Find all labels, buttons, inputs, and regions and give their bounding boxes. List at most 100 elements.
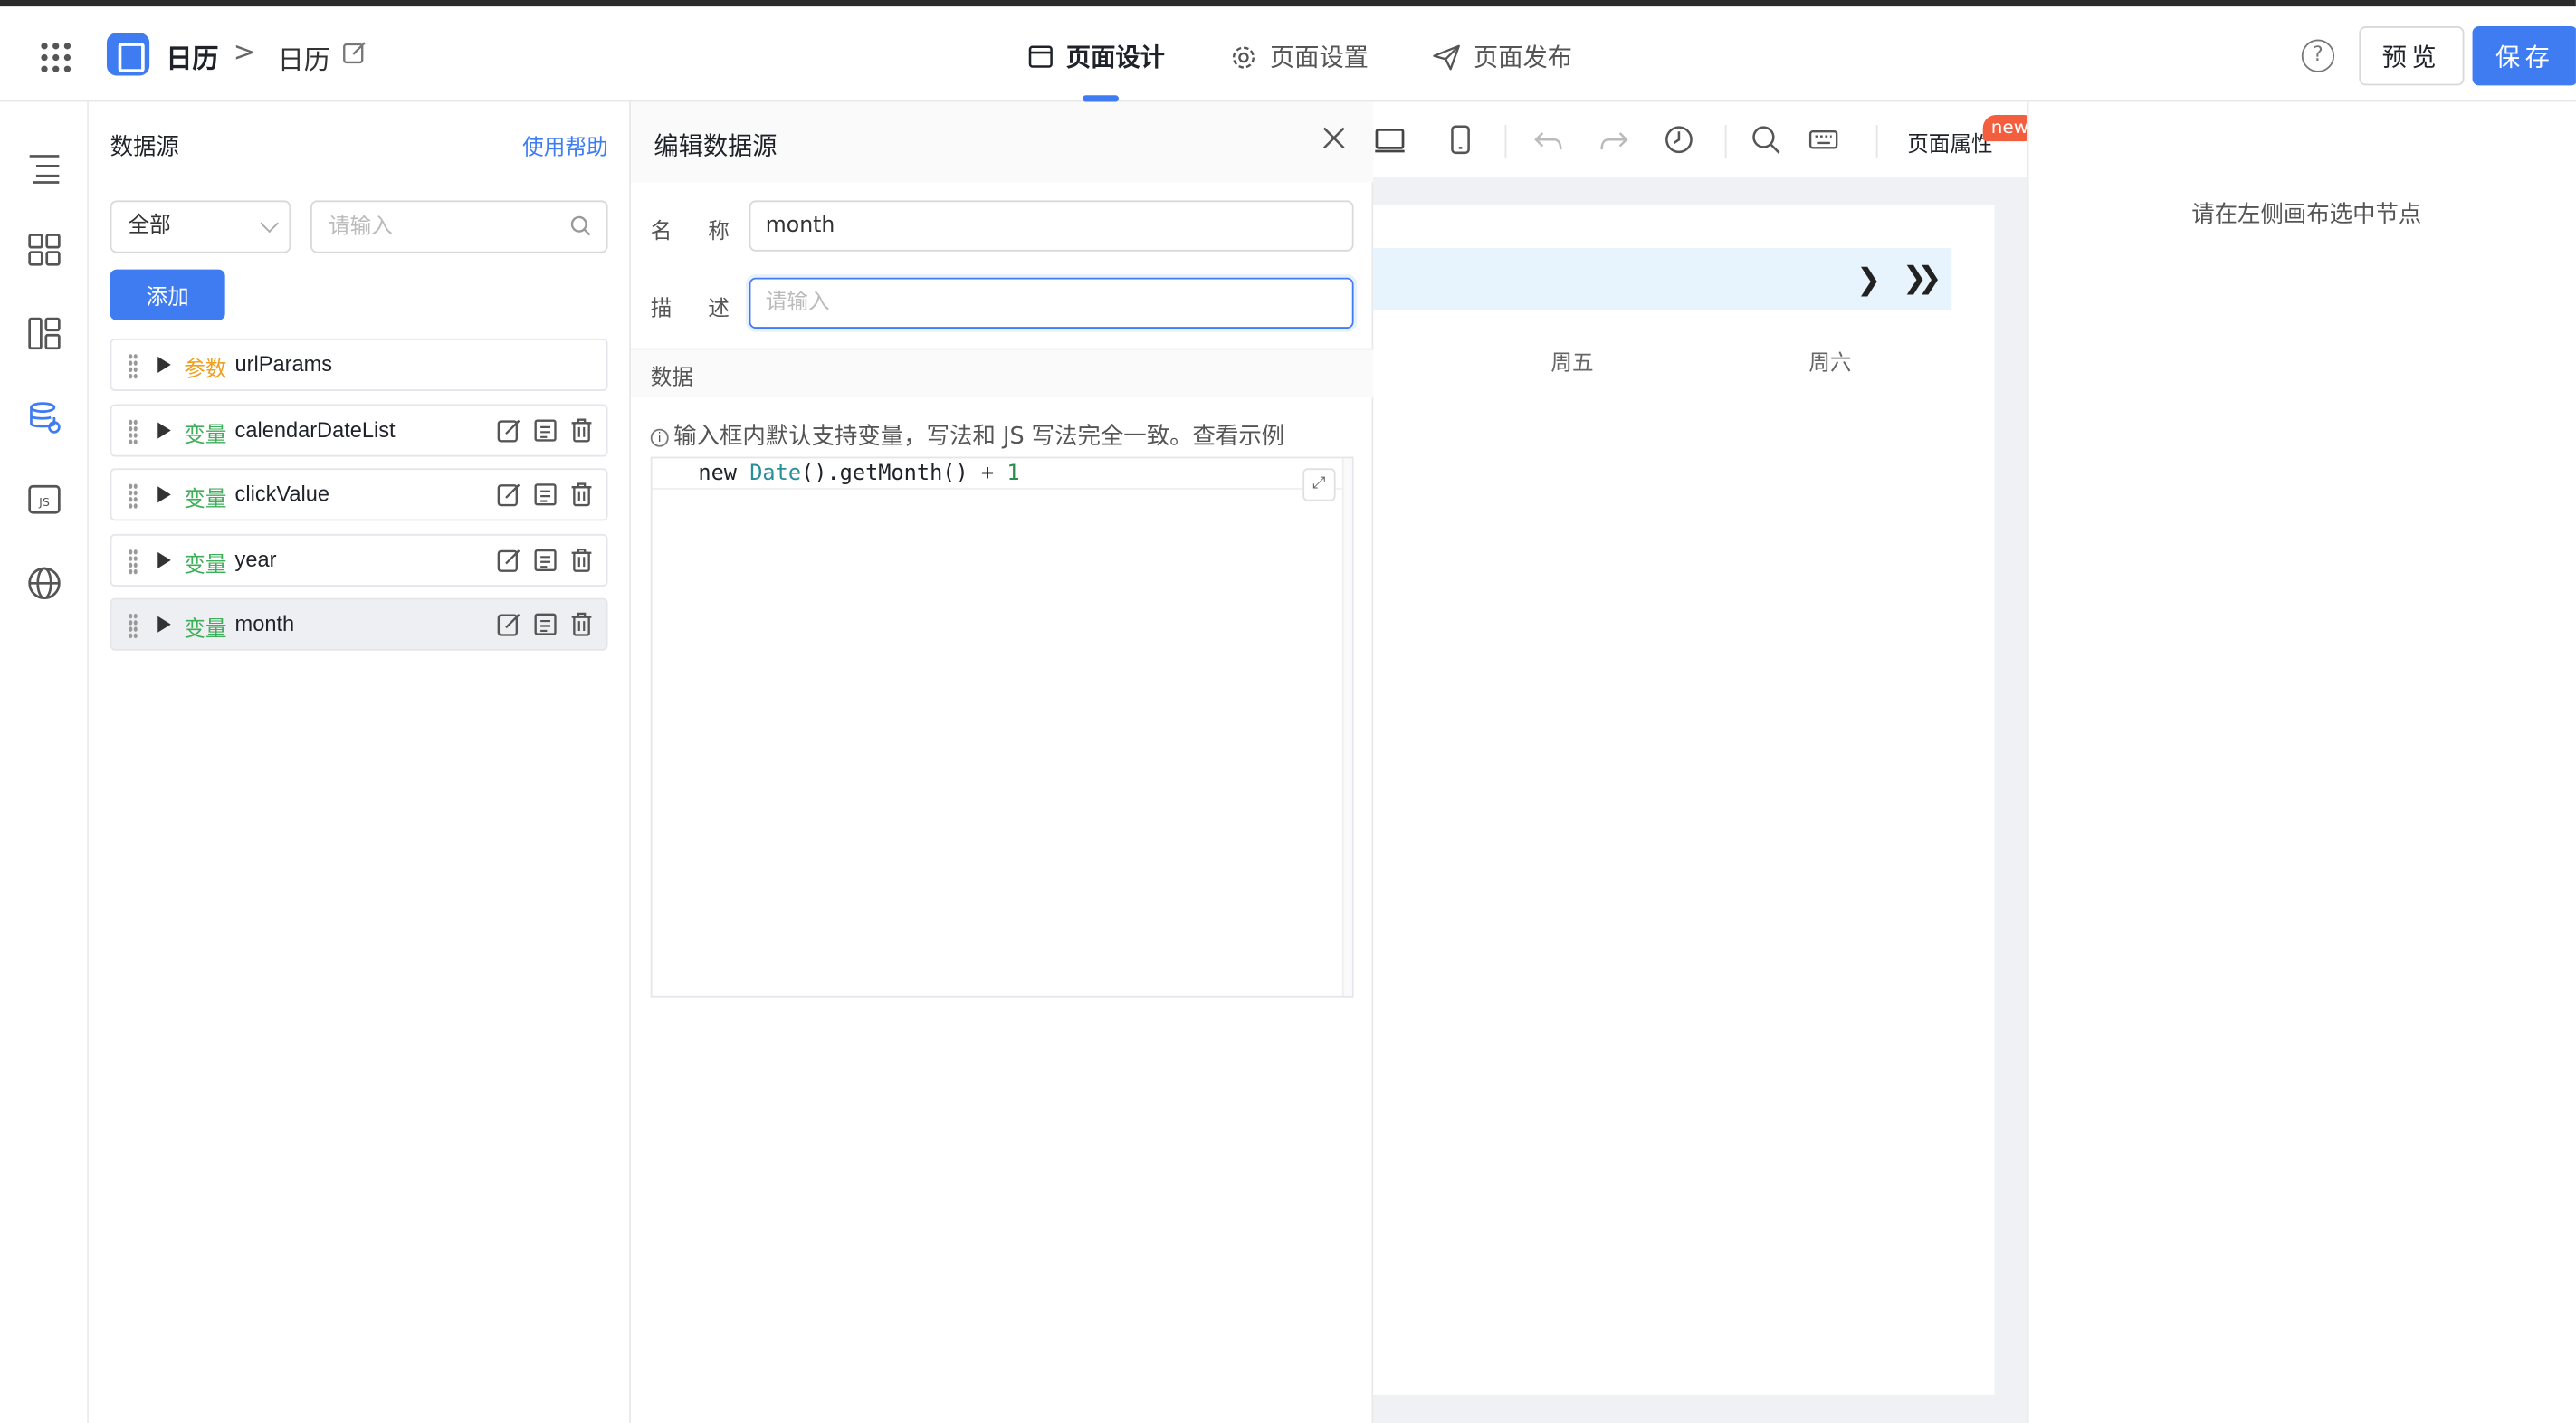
copy-icon[interactable] <box>532 612 558 638</box>
item-name: clickValue <box>234 482 330 507</box>
expand-triangle-icon[interactable] <box>157 551 171 568</box>
item-actions <box>496 547 595 573</box>
trash-icon[interactable] <box>568 612 595 638</box>
add-datasource-button[interactable]: 添加 <box>110 269 225 320</box>
top-header: 日历 > 日历 页面设计 页面设置 页面发布 ? 预览 保存 <box>0 6 2576 102</box>
close-icon[interactable] <box>1321 125 1347 151</box>
list-item[interactable]: 变量 year <box>110 533 608 587</box>
list-item[interactable]: 变量 month <box>110 598 608 652</box>
undo-icon[interactable] <box>1534 125 1564 155</box>
help-link[interactable]: 使用帮助 <box>522 129 607 161</box>
datasource-list: 参数 urlParams 变量 calendarDateList 变量 clickValu… <box>110 338 608 664</box>
layout-icon[interactable] <box>26 315 62 351</box>
expand-icon[interactable]: ⤢ <box>1302 468 1336 501</box>
item-kind: 变量 <box>184 488 227 513</box>
weekday-label: 周五 <box>1550 351 1594 377</box>
info-icon: i <box>650 428 669 447</box>
code-number: 1 <box>1007 462 1020 487</box>
preview-button[interactable]: 预览 <box>2359 26 2465 86</box>
item-kind: 变量 <box>184 553 227 578</box>
components-grid-icon[interactable] <box>26 232 62 268</box>
active-tab-indicator <box>1083 95 1120 102</box>
code-editor[interactable]: new Date().getMonth() + 1 ⤢ <box>650 456 1354 998</box>
edit-panel-header: 编辑数据源 <box>630 101 1374 183</box>
code-rest: ().getMonth() + <box>801 462 1007 487</box>
expand-triangle-icon[interactable] <box>157 616 171 634</box>
drag-handle-icon[interactable] <box>128 613 138 640</box>
item-kind: 变量 <box>184 423 227 448</box>
help-icon[interactable]: ? <box>2301 39 2335 72</box>
expand-triangle-icon[interactable] <box>157 421 171 438</box>
trash-icon[interactable] <box>568 416 595 443</box>
save-button[interactable]: 保存 <box>2472 26 2576 86</box>
window-icon <box>1028 45 1053 68</box>
edit-datasource-panel: 编辑数据源 名称 描述 数据 i输入框内默认支持变量，写法和 JS 写法完全一致… <box>630 101 1374 1423</box>
item-actions <box>496 612 595 638</box>
type-filter-select[interactable]: 全部 <box>110 200 291 253</box>
datasource-panel: 数据源 使用帮助 全部 添加 参数 urlParams 变量 calendarDate… <box>89 101 631 1423</box>
data-hint-text[interactable]: 输入框内默认支持变量，写法和 JS 写法完全一致。查看示例 <box>673 424 1284 450</box>
expand-triangle-icon[interactable] <box>157 356 171 374</box>
edit-icon[interactable] <box>496 547 522 573</box>
drag-handle-icon[interactable] <box>128 353 138 380</box>
outline-tree-icon[interactable] <box>26 149 62 186</box>
trash-icon[interactable] <box>568 547 595 573</box>
keyboard-icon[interactable] <box>1808 125 1838 155</box>
list-item[interactable]: 变量 clickValue <box>110 468 608 521</box>
list-item[interactable]: 参数 urlParams <box>110 338 608 391</box>
item-name: urlParams <box>234 351 333 377</box>
mobile-view-icon[interactable] <box>1445 125 1475 155</box>
code-scrollbar[interactable] <box>1341 458 1352 996</box>
gear-icon <box>1232 45 1255 68</box>
list-item[interactable]: 变量 calendarDateList <box>110 403 608 456</box>
properties-panel <box>2027 101 2576 1423</box>
left-icon-rail: JS <box>0 101 90 1423</box>
item-name: year <box>234 546 277 572</box>
edit-icon[interactable] <box>496 482 522 508</box>
breadcrumb-page-name[interactable]: 日历 <box>278 38 330 78</box>
canvas-page[interactable] <box>1373 205 1995 1395</box>
name-field[interactable] <box>749 200 1354 252</box>
edit-panel-title: 编辑数据源 <box>654 131 778 161</box>
copy-icon[interactable] <box>532 482 558 508</box>
tab-page-publish[interactable]: 页面发布 <box>1433 40 1572 74</box>
edit-icon[interactable] <box>496 416 522 443</box>
item-kind: 参数 <box>184 358 227 383</box>
drag-handle-icon[interactable] <box>128 482 138 510</box>
search-icon <box>570 215 591 236</box>
code-keyword: new <box>698 462 750 487</box>
next-year-icon[interactable]: ❯❯ <box>1903 262 1942 296</box>
code-class: Date <box>749 462 802 487</box>
description-field[interactable] <box>749 277 1354 329</box>
js-code-icon[interactable]: JS <box>26 482 62 518</box>
data-section-header: 数据 <box>630 348 1374 398</box>
edit-name-icon[interactable] <box>342 40 368 66</box>
item-actions <box>496 482 595 508</box>
data-section-label: 数据 <box>650 366 693 391</box>
tab-label: 页面设计 <box>1065 43 1165 72</box>
drag-handle-icon[interactable] <box>128 548 138 575</box>
datasource-icon[interactable] <box>26 399 62 435</box>
code-line: new Date().getMonth() + 1 <box>698 462 1019 486</box>
globe-icon[interactable] <box>26 565 62 601</box>
history-clock-icon[interactable] <box>1665 125 1694 155</box>
copy-icon[interactable] <box>532 547 558 573</box>
page-properties-button[interactable]: 页面属性 <box>1907 127 1992 158</box>
apps-grid-icon[interactable] <box>41 43 72 72</box>
redo-icon[interactable] <box>1598 125 1628 155</box>
desktop-view-icon[interactable] <box>1375 125 1405 155</box>
drag-handle-icon[interactable] <box>128 418 138 445</box>
filter-value: 全部 <box>128 213 171 239</box>
tab-page-design[interactable]: 页面设计 <box>1028 40 1165 74</box>
data-hint: i 输入框内默认支持变量，写法和 JS 写法完全一致。查看示例 <box>650 419 1284 452</box>
app-title: 日历 <box>166 43 219 74</box>
copy-icon[interactable] <box>532 416 558 443</box>
datasource-title: 数据源 <box>110 134 179 161</box>
search-input[interactable] <box>310 200 608 253</box>
trash-icon[interactable] <box>568 482 595 508</box>
search-icon[interactable] <box>1751 125 1781 155</box>
tab-page-settings[interactable]: 页面设置 <box>1230 40 1369 74</box>
edit-icon[interactable] <box>496 612 522 638</box>
next-month-icon[interactable]: ❯ <box>1856 263 1881 297</box>
expand-triangle-icon[interactable] <box>157 486 171 503</box>
